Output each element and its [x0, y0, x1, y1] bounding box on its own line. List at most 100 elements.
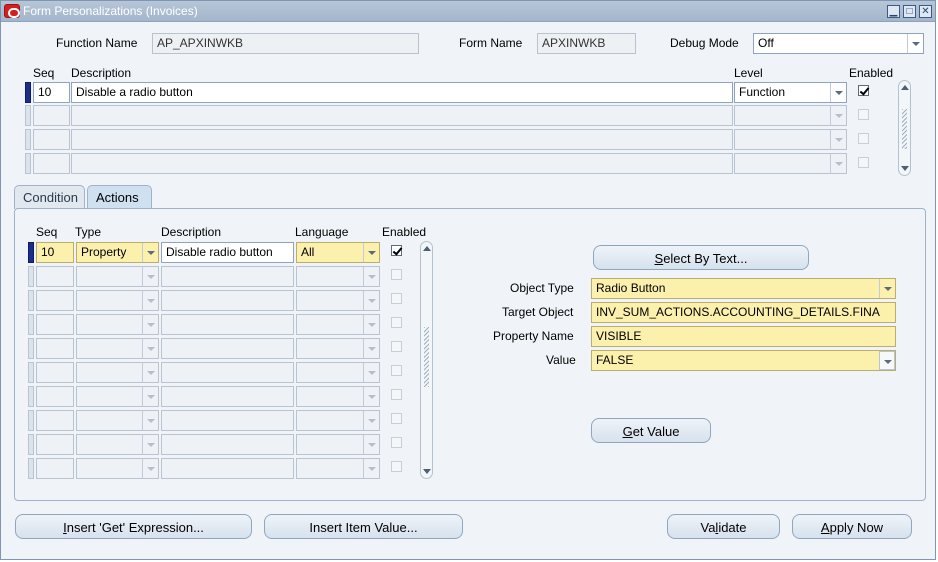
action-type-select[interactable] [76, 266, 159, 287]
validate-button[interactable]: Validate [667, 514, 780, 539]
record-indicator[interactable] [25, 153, 31, 174]
scroll-down-icon[interactable] [901, 166, 909, 171]
insert-item-value-button[interactable]: Insert Item Value... [264, 514, 463, 539]
function-name-field[interactable]: AP_APXINWKB [152, 33, 419, 54]
action-language-select[interactable] [296, 434, 380, 455]
record-indicator[interactable] [25, 105, 31, 126]
action-enabled-checkbox[interactable] [391, 461, 402, 472]
rule-level-select[interactable] [734, 153, 847, 174]
record-indicator[interactable] [28, 410, 34, 431]
rule-level-select[interactable] [734, 105, 847, 126]
chevron-down-icon[interactable] [363, 339, 379, 358]
chevron-down-icon[interactable] [142, 315, 158, 334]
action-seq-field[interactable] [36, 434, 74, 455]
action-language-select[interactable] [296, 290, 380, 311]
record-indicator[interactable] [28, 242, 34, 263]
action-language-select[interactable] [296, 338, 380, 359]
action-seq-field[interactable] [36, 266, 74, 287]
action-description-field[interactable] [161, 386, 294, 407]
chevron-down-icon[interactable] [363, 435, 379, 454]
action-language-select[interactable]: All [296, 242, 380, 263]
target-object-field[interactable]: INV_SUM_ACTIONS.ACCOUNTING_DETAILS.FINA [591, 302, 896, 323]
scroll-thumb[interactable] [902, 109, 907, 149]
chevron-down-icon[interactable] [830, 130, 846, 149]
tab-condition[interactable]: Condition [14, 185, 85, 209]
record-indicator[interactable] [25, 129, 31, 150]
action-description-field[interactable]: Disable radio button [161, 242, 294, 263]
form-name-field[interactable]: APXINWKB [537, 33, 636, 54]
rule-description-field[interactable] [71, 153, 733, 174]
minimize-icon[interactable]: ▁ [887, 5, 900, 18]
action-type-select[interactable] [76, 458, 159, 479]
rule-seq-field[interactable] [33, 105, 70, 126]
action-seq-field[interactable] [36, 362, 74, 383]
chevron-down-icon[interactable] [142, 387, 158, 406]
scroll-down-icon[interactable] [423, 469, 431, 474]
action-enabled-checkbox[interactable] [391, 365, 402, 376]
chevron-down-icon[interactable] [830, 83, 846, 102]
rule-enabled-checkbox[interactable] [858, 109, 869, 120]
action-language-select[interactable] [296, 386, 380, 407]
action-seq-field[interactable] [36, 314, 74, 335]
rules-scrollbar[interactable] [898, 80, 911, 176]
action-type-select[interactable] [76, 314, 159, 335]
action-type-select[interactable]: Property [76, 242, 159, 263]
scroll-up-icon[interactable] [901, 85, 909, 90]
action-type-select[interactable] [76, 362, 159, 383]
action-language-select[interactable] [296, 362, 380, 383]
maximize-icon[interactable]: □ [903, 5, 916, 18]
chevron-down-icon[interactable] [363, 459, 379, 478]
action-description-field[interactable] [161, 434, 294, 455]
chevron-down-icon[interactable] [830, 106, 846, 125]
chevron-down-icon[interactable] [142, 459, 158, 478]
action-seq-field[interactable] [36, 338, 74, 359]
rule-description-field[interactable] [71, 129, 733, 150]
action-type-select[interactable] [76, 338, 159, 359]
chevron-down-icon[interactable] [142, 411, 158, 430]
record-indicator[interactable] [28, 458, 34, 479]
object-type-select[interactable]: Radio Button [591, 278, 896, 299]
property-name-field[interactable]: VISIBLE [591, 326, 896, 347]
action-seq-field[interactable]: 10 [36, 242, 74, 263]
rule-description-field[interactable] [71, 105, 733, 126]
action-description-field[interactable] [161, 338, 294, 359]
rule-level-select[interactable]: Function [734, 82, 847, 103]
action-type-select[interactable] [76, 434, 159, 455]
chevron-down-icon[interactable] [879, 351, 895, 370]
action-seq-field[interactable] [36, 290, 74, 311]
scroll-thumb[interactable] [424, 327, 429, 387]
chevron-down-icon[interactable] [142, 291, 158, 310]
chevron-down-icon[interactable] [142, 363, 158, 382]
action-type-select[interactable] [76, 290, 159, 311]
rule-seq-field[interactable]: 10 [33, 82, 70, 103]
rule-level-select[interactable] [734, 129, 847, 150]
action-language-select[interactable] [296, 458, 380, 479]
insert-get-expression-button[interactable]: Insert 'Get' Expression... [15, 514, 252, 539]
action-enabled-checkbox[interactable] [391, 437, 402, 448]
close-icon[interactable]: ✕ [919, 5, 932, 18]
action-description-field[interactable] [161, 410, 294, 431]
action-language-select[interactable] [296, 410, 380, 431]
chevron-down-icon[interactable] [363, 315, 379, 334]
action-enabled-checkbox[interactable] [391, 245, 402, 256]
action-seq-field[interactable] [36, 410, 74, 431]
action-enabled-checkbox[interactable] [391, 389, 402, 400]
action-language-select[interactable] [296, 266, 380, 287]
action-enabled-checkbox[interactable] [391, 413, 402, 424]
action-description-field[interactable] [161, 314, 294, 335]
record-indicator[interactable] [28, 290, 34, 311]
chevron-down-icon[interactable] [879, 279, 895, 298]
chevron-down-icon[interactable] [363, 387, 379, 406]
action-enabled-checkbox[interactable] [391, 269, 402, 280]
rule-enabled-checkbox[interactable] [858, 133, 869, 144]
record-indicator[interactable] [28, 338, 34, 359]
chevron-down-icon[interactable] [363, 411, 379, 430]
chevron-down-icon[interactable] [363, 267, 379, 286]
action-description-field[interactable] [161, 362, 294, 383]
actions-scrollbar[interactable] [420, 241, 433, 479]
chevron-down-icon[interactable] [363, 363, 379, 382]
action-description-field[interactable] [161, 290, 294, 311]
action-type-select[interactable] [76, 410, 159, 431]
record-indicator[interactable] [28, 434, 34, 455]
action-enabled-checkbox[interactable] [391, 293, 402, 304]
